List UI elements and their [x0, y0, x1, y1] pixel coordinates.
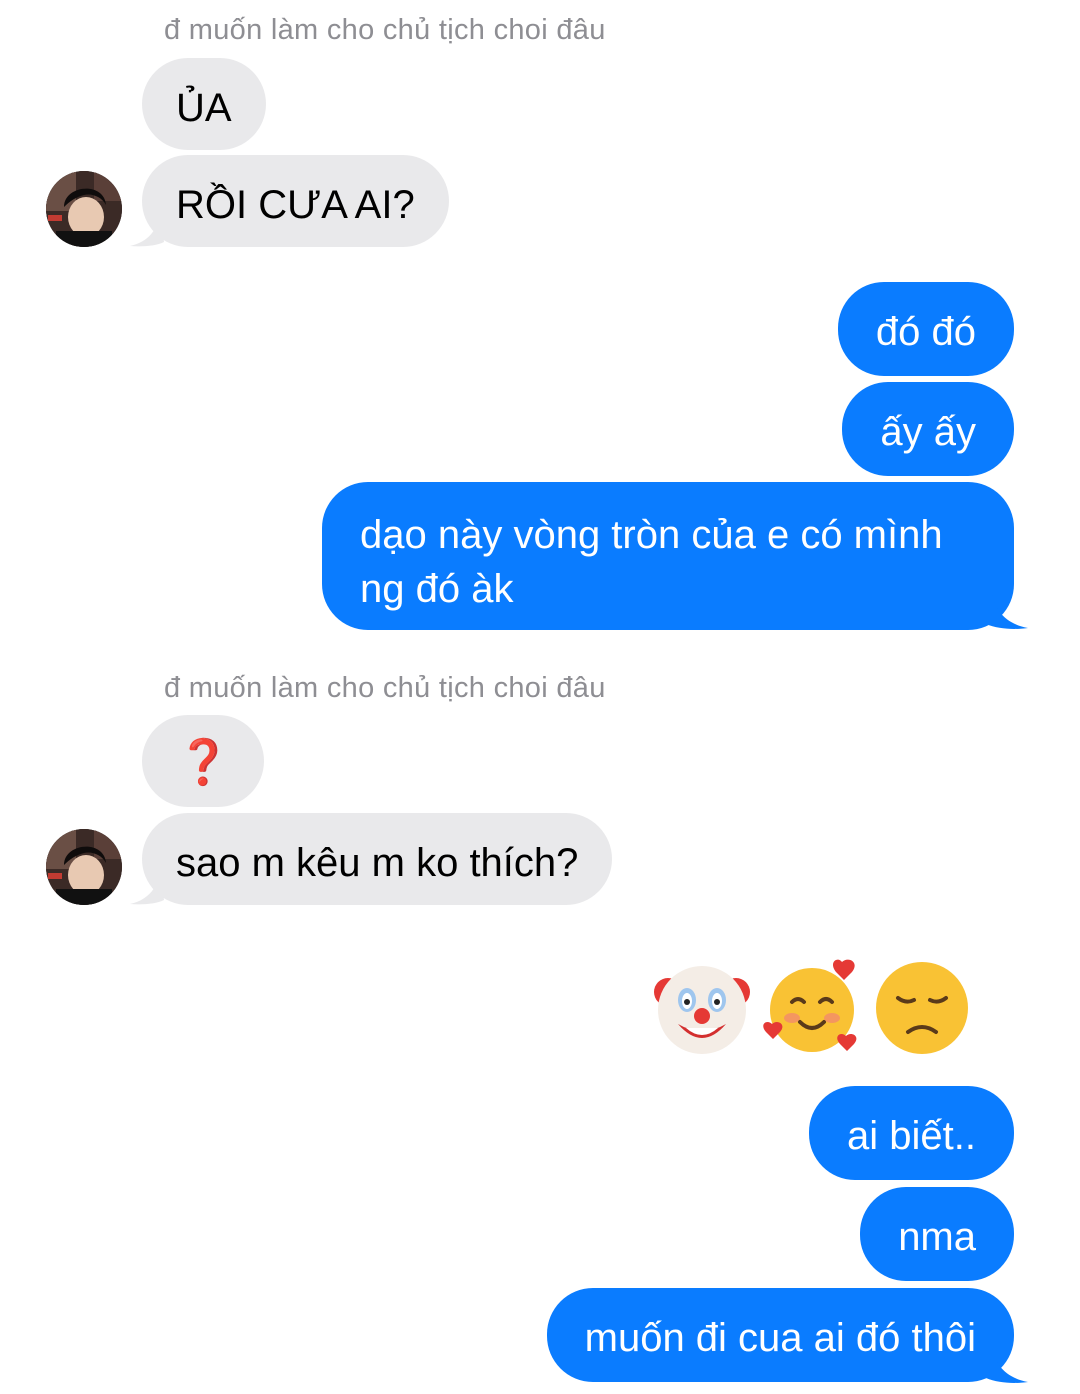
question-mark-emoji: ❓: [176, 737, 231, 788]
message-bubble-incoming[interactable]: sao m kêu m ko thích?: [142, 813, 613, 905]
message-text: ấy ấy: [880, 410, 976, 454]
bubble-tail: [986, 1346, 1028, 1383]
message-bubble-incoming[interactable]: ❓: [142, 715, 264, 807]
message-text: ai biết..: [847, 1114, 976, 1158]
message-bubble-incoming[interactable]: RỒI CƯA AI?: [142, 155, 449, 247]
message-text: RỒI CƯA AI?: [176, 183, 415, 227]
message-text: muốn đi cua ai đó thôi: [584, 1316, 976, 1360]
avatar[interactable]: [46, 829, 122, 905]
clown-face-emoji: [654, 966, 750, 1054]
message-text: dạo này vòng tròn của e có mình ng đó àk: [360, 513, 943, 611]
message-bubble-outgoing[interactable]: nma: [860, 1187, 1014, 1281]
smiling-face-with-hearts-emoji: [763, 959, 857, 1052]
message-text: sao m kêu m ko thích?: [176, 841, 579, 885]
disappointed-face-emoji: [876, 962, 968, 1054]
message-text: đó đó: [875, 310, 976, 354]
message-bubble-outgoing[interactable]: ấy ấy: [842, 382, 1014, 476]
bubble-tail: [130, 870, 164, 905]
avatar-photo: [46, 171, 122, 247]
bubble-tail: [130, 212, 164, 247]
avatar-photo: [46, 829, 122, 905]
message-bubble-outgoing[interactable]: muốn đi cua ai đó thôi: [546, 1288, 1014, 1382]
message-bubble-outgoing[interactable]: ai biết..: [809, 1086, 1014, 1180]
sender-name: đ muốn làm cho chủ tịch choi đâu: [164, 672, 606, 704]
message-text: ỦA: [176, 86, 232, 130]
message-text: nma: [898, 1215, 976, 1259]
message-bubble-incoming[interactable]: ỦA: [142, 58, 266, 150]
emoji-message[interactable]: [652, 958, 972, 1058]
avatar[interactable]: [46, 171, 122, 247]
sender-name: đ muốn làm cho chủ tịch choi đâu: [164, 14, 606, 46]
bubble-tail: [986, 592, 1028, 629]
message-bubble-outgoing[interactable]: dạo này vòng tròn của e có mình ng đó àk: [322, 482, 1014, 630]
message-bubble-outgoing[interactable]: đó đó: [837, 282, 1014, 376]
